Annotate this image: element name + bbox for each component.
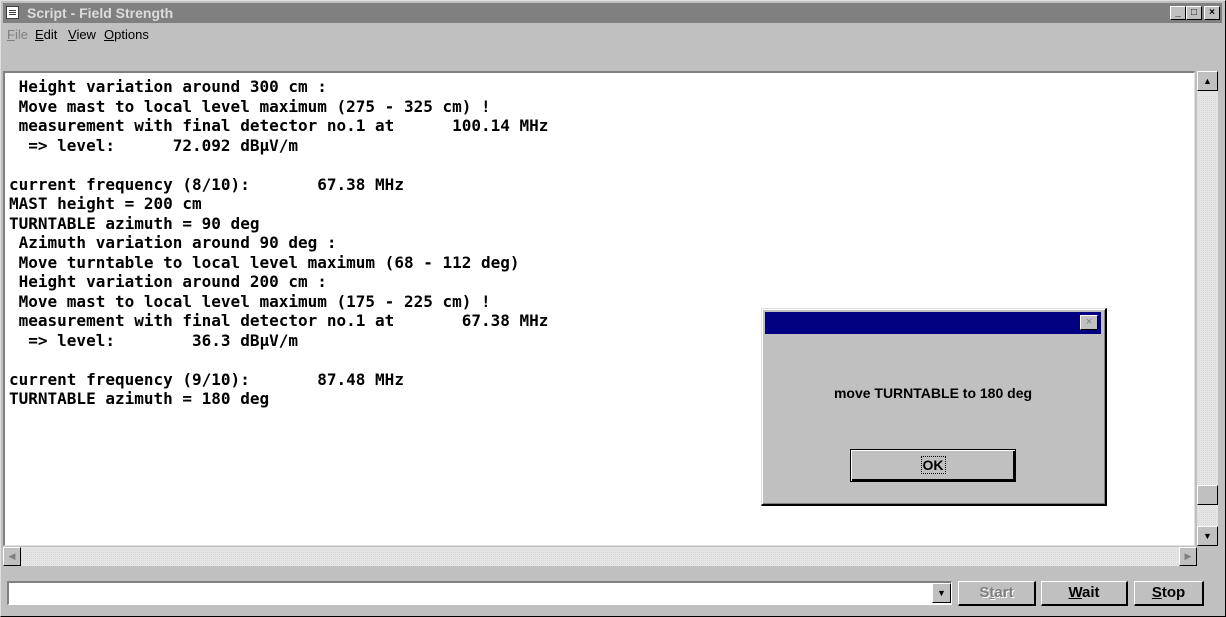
- dialog-title-bar[interactable]: ×: [765, 312, 1101, 334]
- menu-bar: File Edit View Options: [3, 25, 1222, 45]
- scroll-up-button[interactable]: ▲: [1197, 71, 1218, 91]
- log-line: measurement with final detector no.1 at …: [9, 116, 549, 135]
- log-line: Move mast to local level maximum (275 - …: [9, 96, 491, 116]
- window-title: Script - Field Strength: [27, 5, 174, 21]
- log-line: Azimuth variation around 90 deg :: [9, 233, 337, 252]
- minimize-button[interactable]: _: [1170, 6, 1186, 20]
- menu-file[interactable]: File: [7, 27, 28, 42]
- vertical-scrollbar[interactable]: ▲ ▼: [1197, 71, 1218, 546]
- log-line: MAST height = 200 cm: [9, 194, 202, 213]
- log-line: Height variation around 200 cm :: [9, 272, 327, 291]
- scroll-down-button[interactable]: ▼: [1197, 526, 1218, 546]
- stop-button[interactable]: Stop: [1134, 581, 1204, 606]
- log-line: => level: 72.092 dBµV/m: [9, 135, 298, 155]
- maximize-button[interactable]: □: [1186, 6, 1202, 20]
- close-button[interactable]: ×: [1204, 6, 1220, 20]
- log-line: Move turntable to local level maximum (6…: [9, 252, 520, 272]
- command-bar: ▼ Start Wait Stop: [3, 579, 1222, 609]
- chevron-down-icon[interactable]: ▼: [932, 583, 951, 603]
- menu-edit[interactable]: Edit: [35, 27, 57, 42]
- main-window: Script - Field Strength _ □ × File Edit …: [0, 0, 1226, 617]
- dialog-close-button[interactable]: ×: [1080, 315, 1098, 330]
- ok-button[interactable]: OK: [850, 449, 1016, 482]
- menu-view[interactable]: View: [68, 27, 96, 42]
- title-bar[interactable]: Script - Field Strength _ □ ×: [3, 3, 1222, 23]
- command-input[interactable]: ▼: [7, 581, 952, 605]
- log-line: Height variation around 300 cm :: [9, 77, 327, 96]
- ok-button-label: OK: [920, 456, 946, 474]
- scroll-left-button[interactable]: ◀: [3, 547, 21, 566]
- horizontal-scrollbar[interactable]: ◀ ▶: [3, 547, 1197, 566]
- wait-button[interactable]: Wait: [1041, 581, 1128, 606]
- log-line: TURNTABLE azimuth = 90 deg: [9, 213, 260, 233]
- message-dialog: × move TURNTABLE to 180 deg OK: [761, 308, 1107, 506]
- start-button[interactable]: Start: [958, 581, 1036, 606]
- dialog-message: move TURNTABLE to 180 deg: [833, 385, 1033, 401]
- menu-options[interactable]: Options: [104, 27, 149, 42]
- scroll-right-button[interactable]: ▶: [1179, 547, 1197, 566]
- vertical-scroll-thumb[interactable]: [1197, 485, 1218, 505]
- log-line: current frequency (8/10): 67.38 MHz: [9, 174, 404, 194]
- document-icon: [6, 6, 19, 19]
